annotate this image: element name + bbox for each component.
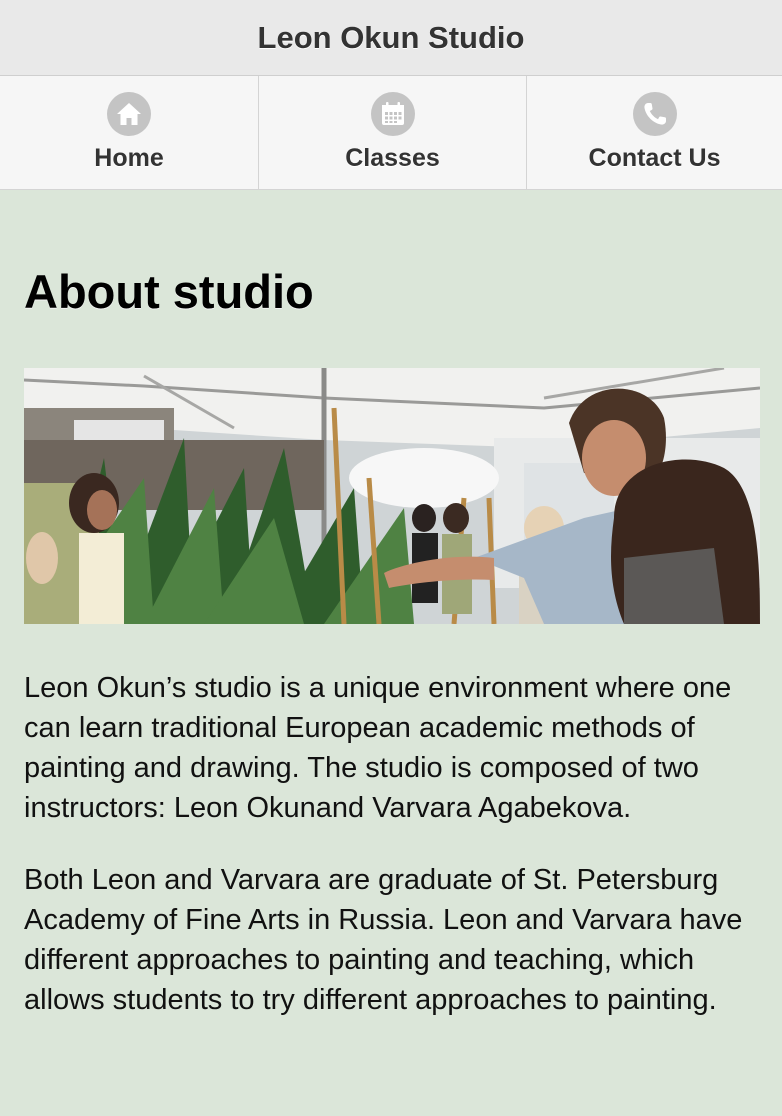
nav-home[interactable]: Home [0,76,259,189]
intro-paragraph: Leon Okun’s studio is a unique environme… [24,672,732,824]
app-header: Leon Okun Studio [0,0,782,76]
nav-home-label: Home [94,144,164,172]
instructors-paragraph: Both Leon and Varvara are graduate of St… [24,864,743,1016]
nav-classes[interactable]: Classes [259,76,527,189]
nav-classes-label: Classes [345,144,440,172]
nav-contact[interactable]: Contact Us [527,76,782,189]
app-title: Leon Okun Studio [257,19,525,55]
navbar: Home Classes Contact Us [0,76,782,190]
page-heading: About studio [24,265,314,318]
nav-contact-label: Contact Us [588,144,721,172]
home-icon [107,92,151,136]
studio-photo [24,368,760,624]
calendar-icon [370,92,415,136]
main-content: About studio Leon Okun’s studio is a uni… [0,264,782,1020]
phone-icon [632,92,677,136]
